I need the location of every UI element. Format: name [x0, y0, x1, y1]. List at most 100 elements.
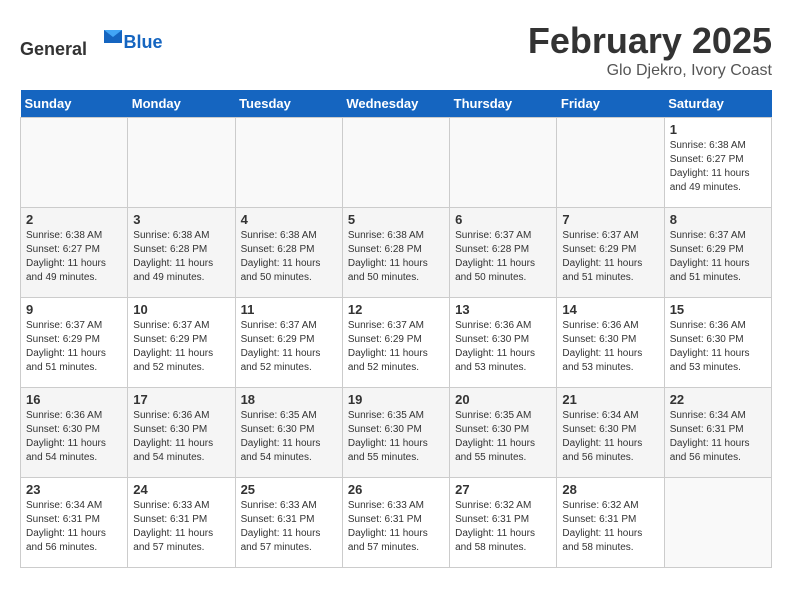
calendar-cell — [235, 118, 342, 208]
day-number: 6 — [455, 212, 551, 227]
day-number: 19 — [348, 392, 444, 407]
calendar-cell: 23 Sunrise: 6:34 AM Sunset: 6:31 PM Dayli… — [21, 478, 128, 568]
week-row-3: 9 Sunrise: 6:37 AM Sunset: 6:29 PM Daylig… — [21, 298, 772, 388]
day-number: 21 — [562, 392, 658, 407]
calendar-cell: 14 Sunrise: 6:36 AM Sunset: 6:30 PM Dayli… — [557, 298, 664, 388]
calendar-cell: 19 Sunrise: 6:35 AM Sunset: 6:30 PM Dayli… — [342, 388, 449, 478]
day-info: Sunrise: 6:36 AM Sunset: 6:30 PM Dayligh… — [26, 409, 122, 465]
day-number: 25 — [241, 482, 337, 497]
calendar-cell: 17Sunrise: 6:36 AM Sunset: 6:30 PM Dayli… — [128, 388, 235, 478]
day-number: 16 — [26, 392, 122, 407]
calendar-cell: 13 Sunrise: 6:36 AM Sunset: 6:30 PM Dayli… — [450, 298, 557, 388]
day-info: Sunrise: 6:36 AM Sunset: 6:30 PM Dayligh… — [670, 319, 766, 375]
day-info: Sunrise: 6:36 AM Sunset: 6:30 PM Dayligh… — [455, 319, 551, 375]
calendar-cell: 20 Sunrise: 6:35 AM Sunset: 6:30 PM Dayli… — [450, 388, 557, 478]
day-info: Sunrise: 6:38 AM Sunset: 6:27 PM Dayligh… — [670, 139, 766, 195]
day-number: 11 — [241, 302, 337, 317]
day-number: 23 — [26, 482, 122, 497]
calendar-cell: 4 Sunrise: 6:38 AM Sunset: 6:28 PM Daylig… — [235, 208, 342, 298]
logo-general: General — [20, 39, 87, 59]
day-header-wednesday: Wednesday — [342, 90, 449, 118]
day-info: Sunrise: 6:33 AM Sunset: 6:31 PM Dayligh… — [241, 499, 337, 555]
logo-icon — [94, 25, 124, 55]
day-info: Sunrise: 6:33 AM Sunset: 6:31 PM Dayligh… — [348, 499, 444, 555]
day-info: Sunrise: 6:35 AM Sunset: 6:30 PM Dayligh… — [348, 409, 444, 465]
day-info: Sunrise: 6:37 AM Sunset: 6:29 PM Dayligh… — [348, 319, 444, 375]
day-number: 18 — [241, 392, 337, 407]
calendar-cell: 16 Sunrise: 6:36 AM Sunset: 6:30 PM Dayli… — [21, 388, 128, 478]
title-section: February 2025 Glo Djekro, Ivory Coast — [528, 20, 772, 80]
day-number: 14 — [562, 302, 658, 317]
calendar-cell — [342, 118, 449, 208]
calendar-cell: 22 Sunrise: 6:34 AM Sunset: 6:31 PM Dayli… — [664, 388, 771, 478]
day-number: 20 — [455, 392, 551, 407]
calendar-cell: 12Sunrise: 6:37 AM Sunset: 6:29 PM Dayli… — [342, 298, 449, 388]
day-number: 22 — [670, 392, 766, 407]
day-info: Sunrise: 6:37 AM Sunset: 6:29 PM Dayligh… — [133, 319, 229, 375]
calendar-cell — [21, 118, 128, 208]
calendar-table: SundayMondayTuesdayWednesdayThursdayFrid… — [20, 90, 772, 568]
week-row-5: 23 Sunrise: 6:34 AM Sunset: 6:31 PM Dayli… — [21, 478, 772, 568]
calendar-cell — [557, 118, 664, 208]
day-info: Sunrise: 6:38 AM Sunset: 6:27 PM Dayligh… — [26, 229, 122, 285]
day-info: Sunrise: 6:38 AM Sunset: 6:28 PM Dayligh… — [241, 229, 337, 285]
day-info: Sunrise: 6:37 AM Sunset: 6:29 PM Dayligh… — [241, 319, 337, 375]
day-number: 7 — [562, 212, 658, 227]
calendar-cell: 24 Sunrise: 6:33 AM Sunset: 6:31 PM Dayli… — [128, 478, 235, 568]
calendar-cell: 28 Sunrise: 6:32 AM Sunset: 6:31 PM Dayli… — [557, 478, 664, 568]
day-info: Sunrise: 6:37 AM Sunset: 6:29 PM Dayligh… — [562, 229, 658, 285]
calendar-cell: 25 Sunrise: 6:33 AM Sunset: 6:31 PM Dayli… — [235, 478, 342, 568]
day-header-saturday: Saturday — [664, 90, 771, 118]
calendar-subtitle: Glo Djekro, Ivory Coast — [528, 62, 772, 80]
day-number: 8 — [670, 212, 766, 227]
day-number: 4 — [241, 212, 337, 227]
day-number: 13 — [455, 302, 551, 317]
day-number: 15 — [670, 302, 766, 317]
calendar-cell: 8 Sunrise: 6:37 AM Sunset: 6:29 PM Daylig… — [664, 208, 771, 298]
day-number: 27 — [455, 482, 551, 497]
day-info: Sunrise: 6:38 AM Sunset: 6:28 PM Dayligh… — [348, 229, 444, 285]
header: General Blue February 2025 Glo Djekro, I… — [20, 20, 772, 80]
day-info: Sunrise: 6:38 AM Sunset: 6:28 PM Dayligh… — [133, 229, 229, 285]
calendar-cell: 27Sunrise: 6:32 AM Sunset: 6:31 PM Dayli… — [450, 478, 557, 568]
day-number: 26 — [348, 482, 444, 497]
day-header-tuesday: Tuesday — [235, 90, 342, 118]
day-info: Sunrise: 6:34 AM Sunset: 6:31 PM Dayligh… — [670, 409, 766, 465]
calendar-cell: 18 Sunrise: 6:35 AM Sunset: 6:30 PM Dayli… — [235, 388, 342, 478]
week-row-1: 1 Sunrise: 6:38 AM Sunset: 6:27 PM Daylig… — [21, 118, 772, 208]
day-number: 2 — [26, 212, 122, 227]
day-info: Sunrise: 6:37 AM Sunset: 6:29 PM Dayligh… — [26, 319, 122, 375]
day-info: Sunrise: 6:34 AM Sunset: 6:31 PM Dayligh… — [26, 499, 122, 555]
calendar-cell: 6Sunrise: 6:37 AM Sunset: 6:28 PM Daylig… — [450, 208, 557, 298]
calendar-title: February 2025 — [528, 20, 772, 62]
calendar-cell: 9 Sunrise: 6:37 AM Sunset: 6:29 PM Daylig… — [21, 298, 128, 388]
week-row-4: 16 Sunrise: 6:36 AM Sunset: 6:30 PM Dayli… — [21, 388, 772, 478]
day-info: Sunrise: 6:36 AM Sunset: 6:30 PM Dayligh… — [562, 319, 658, 375]
day-info: Sunrise: 6:35 AM Sunset: 6:30 PM Dayligh… — [455, 409, 551, 465]
day-number: 28 — [562, 482, 658, 497]
calendar-cell: 26 Sunrise: 6:33 AM Sunset: 6:31 PM Dayli… — [342, 478, 449, 568]
day-number: 9 — [26, 302, 122, 317]
day-header-friday: Friday — [557, 90, 664, 118]
calendar-cell: 11 Sunrise: 6:37 AM Sunset: 6:29 PM Dayli… — [235, 298, 342, 388]
day-info: Sunrise: 6:33 AM Sunset: 6:31 PM Dayligh… — [133, 499, 229, 555]
day-info: Sunrise: 6:37 AM Sunset: 6:29 PM Dayligh… — [670, 229, 766, 285]
calendar-cell — [664, 478, 771, 568]
day-number: 17 — [133, 392, 229, 407]
calendar-cell: 21 Sunrise: 6:34 AM Sunset: 6:30 PM Dayli… — [557, 388, 664, 478]
days-header-row: SundayMondayTuesdayWednesdayThursdayFrid… — [21, 90, 772, 118]
calendar-cell: 5 Sunrise: 6:38 AM Sunset: 6:28 PM Daylig… — [342, 208, 449, 298]
day-info: Sunrise: 6:32 AM Sunset: 6:31 PM Dayligh… — [562, 499, 658, 555]
day-number: 5 — [348, 212, 444, 227]
calendar-cell: 1 Sunrise: 6:38 AM Sunset: 6:27 PM Daylig… — [664, 118, 771, 208]
day-header-sunday: Sunday — [21, 90, 128, 118]
day-info: Sunrise: 6:35 AM Sunset: 6:30 PM Dayligh… — [241, 409, 337, 465]
day-number: 24 — [133, 482, 229, 497]
day-info: Sunrise: 6:34 AM Sunset: 6:30 PM Dayligh… — [562, 409, 658, 465]
day-header-monday: Monday — [128, 90, 235, 118]
calendar-cell — [128, 118, 235, 208]
day-number: 1 — [670, 122, 766, 137]
calendar-cell — [450, 118, 557, 208]
day-header-thursday: Thursday — [450, 90, 557, 118]
calendar-cell: 7 Sunrise: 6:37 AM Sunset: 6:29 PM Daylig… — [557, 208, 664, 298]
